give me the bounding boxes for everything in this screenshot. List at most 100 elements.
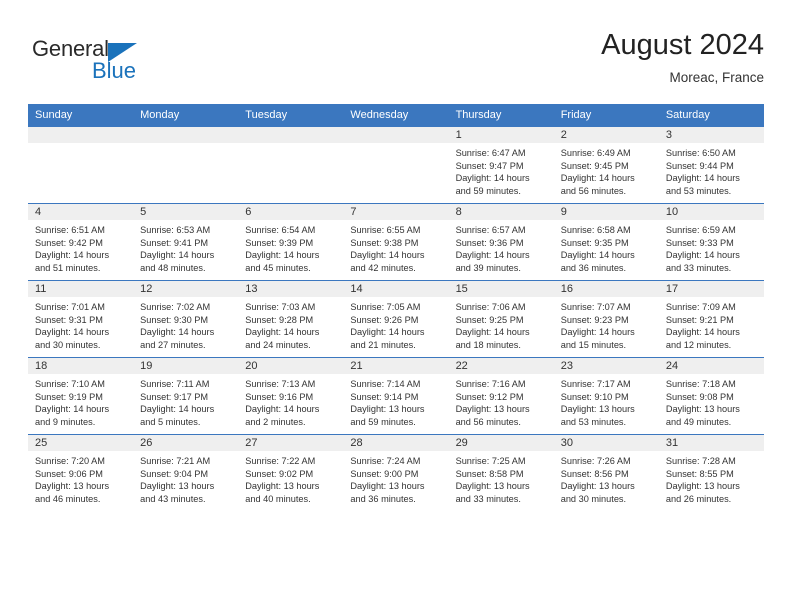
calendar-day-cell[interactable]: 1 Sunrise: 6:47 AM Sunset: 9:47 PM Daylight… <box>448 126 554 204</box>
daylight-text-line1: Daylight: 14 hours <box>560 250 635 261</box>
daylight-text-line2: and 33 minutes. <box>455 493 521 504</box>
sunset-text: Sunset: 9:06 PM <box>35 468 103 479</box>
calendar-day-cell[interactable]: 8 Sunrise: 6:57 AM Sunset: 9:36 PM Daylight… <box>448 203 554 281</box>
calendar-day-cell[interactable]: 30 Sunrise: 7:26 AM Sunset: 8:56 PM Dayligh… <box>553 434 659 511</box>
daylight-text-line1: Daylight: 14 hours <box>35 250 110 261</box>
daylight-text-line1: Daylight: 13 hours <box>350 481 425 492</box>
generalblue-logo[interactable]: General Blue <box>32 36 212 92</box>
calendar-day-cell[interactable]: 22 Sunrise: 7:16 AM Sunset: 9:12 PM Dayligh… <box>448 357 554 435</box>
sunrise-text: Sunrise: 7:07 AM <box>560 302 631 312</box>
daylight-text-line2: and 42 minutes. <box>350 262 416 273</box>
sunrise-text: Sunrise: 7:25 AM <box>455 456 526 466</box>
sunrise-text: Sunrise: 7:14 AM <box>350 379 421 389</box>
daylight-text-line2: and 12 minutes. <box>665 339 732 350</box>
sunset-text: Sunset: 9:30 PM <box>140 314 209 325</box>
day-details: Sunrise: 7:28 AM Sunset: 8:55 PM Daylight:… <box>659 451 764 507</box>
sunset-text: Sunset: 9:12 PM <box>455 391 524 402</box>
day-number: 31 <box>658 435 764 451</box>
calendar-day-cell[interactable]: 14 Sunrise: 7:05 AM Sunset: 9:26 PM Dayligh… <box>343 280 449 358</box>
weekday-header-tuesday: Tuesday <box>238 104 344 127</box>
daylight-text-line1: Daylight: 14 hours <box>560 173 635 184</box>
sunrise-text: Sunrise: 6:58 AM <box>560 225 631 235</box>
calendar-day-cell[interactable]: 29 Sunrise: 7:25 AM Sunset: 8:58 PM Dayligh… <box>448 434 554 511</box>
day-number: 2 <box>553 127 659 143</box>
sunset-text: Sunset: 9:02 PM <box>245 468 314 479</box>
day-number: 17 <box>658 281 764 297</box>
daylight-text-line1: Daylight: 14 hours <box>140 404 215 415</box>
calendar-day-cell[interactable]: 26 Sunrise: 7:21 AM Sunset: 9:04 PM Dayligh… <box>133 434 239 511</box>
calendar-day-cell[interactable]: 25 Sunrise: 7:20 AM Sunset: 9:06 PM Dayligh… <box>28 434 134 511</box>
calendar-day-cell[interactable]: 11 Sunrise: 7:01 AM Sunset: 9:31 PM Dayligh… <box>28 280 134 358</box>
daylight-text-line1: Daylight: 13 hours <box>455 404 530 415</box>
calendar-header-row: Sunday Monday Tuesday Wednesday Thursday… <box>28 104 764 127</box>
daylight-text-line1: Daylight: 14 hours <box>35 327 110 338</box>
calendar-grid: Sunday Monday Tuesday Wednesday Thursday… <box>28 104 764 511</box>
calendar-day-cell[interactable]: 27 Sunrise: 7:22 AM Sunset: 9:02 PM Dayligh… <box>238 434 344 511</box>
day-number <box>343 127 449 143</box>
daylight-text-line2: and 40 minutes. <box>245 493 311 504</box>
calendar-day-cell[interactable]: 23 Sunrise: 7:17 AM Sunset: 9:10 PM Dayligh… <box>553 357 659 435</box>
sunset-text: Sunset: 9:39 PM <box>245 237 314 248</box>
day-details: Sunrise: 7:02 AM Sunset: 9:30 PM Daylight:… <box>133 297 238 353</box>
calendar-day-cell[interactable]: 24 Sunrise: 7:18 AM Sunset: 9:08 PM Dayligh… <box>658 357 764 435</box>
calendar-day-cell[interactable]: 2 Sunrise: 6:49 AM Sunset: 9:45 PM Daylight… <box>553 126 659 204</box>
day-details: Sunrise: 7:18 AM Sunset: 9:08 PM Daylight:… <box>659 374 764 430</box>
calendar-day-cell[interactable]: 20 Sunrise: 7:13 AM Sunset: 9:16 PM Dayligh… <box>238 357 344 435</box>
daylight-text-line1: Daylight: 14 hours <box>140 250 215 261</box>
sunset-text: Sunset: 9:19 PM <box>35 391 103 402</box>
calendar-day-cell[interactable]: 4 Sunrise: 6:51 AM Sunset: 9:42 PM Daylight… <box>28 203 134 281</box>
daylight-text-line2: and 33 minutes. <box>665 262 732 273</box>
sunrise-text: Sunrise: 7:26 AM <box>560 456 631 466</box>
daylight-text-line2: and 59 minutes. <box>455 185 521 196</box>
calendar-day-cell[interactable]: 9 Sunrise: 6:58 AM Sunset: 9:35 PM Daylight… <box>553 203 659 281</box>
daylight-text-line2: and 45 minutes. <box>245 262 311 273</box>
sunrise-text: Sunrise: 7:09 AM <box>665 302 736 312</box>
daylight-text-line2: and 18 minutes. <box>455 339 521 350</box>
sunset-text: Sunset: 9:17 PM <box>140 391 209 402</box>
day-details: Sunrise: 7:20 AM Sunset: 9:06 PM Daylight:… <box>28 451 133 507</box>
day-number: 20 <box>238 358 344 374</box>
calendar-day-cell[interactable]: 13 Sunrise: 7:03 AM Sunset: 9:28 PM Dayligh… <box>238 280 344 358</box>
day-number: 14 <box>343 281 449 297</box>
calendar-day-cell[interactable]: 3 Sunrise: 6:50 AM Sunset: 9:44 PM Daylight… <box>658 126 764 204</box>
calendar-page: General Blue August 2024 Moreac, France … <box>0 0 792 612</box>
calendar-day-cell[interactable]: 10 Sunrise: 6:59 AM Sunset: 9:33 PM Dayligh… <box>658 203 764 281</box>
daylight-text-line1: Daylight: 14 hours <box>350 327 425 338</box>
calendar-day-cell[interactable]: 31 Sunrise: 7:28 AM Sunset: 8:55 PM Dayligh… <box>658 434 764 511</box>
day-number: 25 <box>28 435 134 451</box>
calendar-day-cell[interactable]: 17 Sunrise: 7:09 AM Sunset: 9:21 PM Dayligh… <box>658 280 764 358</box>
daylight-text-line1: Daylight: 13 hours <box>140 481 215 492</box>
daylight-text-line1: Daylight: 14 hours <box>455 250 530 261</box>
day-number: 13 <box>238 281 344 297</box>
weekday-header-thursday: Thursday <box>448 104 554 127</box>
calendar-day-cell[interactable]: 28 Sunrise: 7:24 AM Sunset: 9:00 PM Dayligh… <box>343 434 449 511</box>
weekday-header-sunday: Sunday <box>28 104 134 127</box>
sunrise-text: Sunrise: 7:03 AM <box>245 302 316 312</box>
day-details: Sunrise: 7:26 AM Sunset: 8:56 PM Daylight:… <box>554 451 659 507</box>
calendar-day-cell[interactable]: 18 Sunrise: 7:10 AM Sunset: 9:19 PM Dayligh… <box>28 357 134 435</box>
calendar-day-cell[interactable]: 16 Sunrise: 7:07 AM Sunset: 9:23 PM Dayligh… <box>553 280 659 358</box>
calendar-day-cell[interactable]: 6 Sunrise: 6:54 AM Sunset: 9:39 PM Daylight… <box>238 203 344 281</box>
day-details: Sunrise: 7:09 AM Sunset: 9:21 PM Daylight:… <box>659 297 764 353</box>
day-details: Sunrise: 7:03 AM Sunset: 9:28 PM Daylight:… <box>238 297 343 353</box>
calendar-day-cell-empty <box>343 126 449 204</box>
calendar-day-cell[interactable]: 12 Sunrise: 7:02 AM Sunset: 9:30 PM Dayligh… <box>133 280 239 358</box>
sunset-text: Sunset: 9:45 PM <box>560 160 629 171</box>
sunset-text: Sunset: 8:58 PM <box>455 468 524 479</box>
daylight-text-line2: and 56 minutes. <box>455 416 521 427</box>
calendar-day-cell[interactable]: 7 Sunrise: 6:55 AM Sunset: 9:38 PM Daylight… <box>343 203 449 281</box>
calendar-day-cell[interactable]: 5 Sunrise: 6:53 AM Sunset: 9:41 PM Daylight… <box>133 203 239 281</box>
page-header: General Blue August 2024 Moreac, France <box>28 28 764 98</box>
calendar-day-cell[interactable]: 19 Sunrise: 7:11 AM Sunset: 9:17 PM Dayligh… <box>133 357 239 435</box>
sunrise-text: Sunrise: 7:10 AM <box>35 379 105 389</box>
sunrise-text: Sunrise: 7:18 AM <box>665 379 736 389</box>
sunrise-text: Sunrise: 7:16 AM <box>455 379 526 389</box>
sunset-text: Sunset: 9:31 PM <box>35 314 103 325</box>
day-details: Sunrise: 7:13 AM Sunset: 9:16 PM Daylight:… <box>238 374 343 430</box>
calendar-week-row: 25 Sunrise: 7:20 AM Sunset: 9:06 PM Dayligh… <box>28 434 764 511</box>
calendar-day-cell[interactable]: 21 Sunrise: 7:14 AM Sunset: 9:14 PM Dayligh… <box>343 357 449 435</box>
daylight-text-line2: and 15 minutes. <box>560 339 627 350</box>
calendar-day-cell[interactable]: 15 Sunrise: 7:06 AM Sunset: 9:25 PM Dayligh… <box>448 280 554 358</box>
sunset-text: Sunset: 9:08 PM <box>665 391 734 402</box>
day-details: Sunrise: 6:47 AM Sunset: 9:47 PM Daylight:… <box>449 143 554 199</box>
